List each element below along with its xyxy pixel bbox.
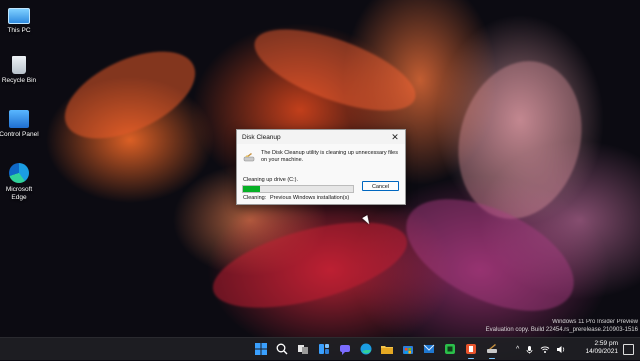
app-green-icon[interactable] (443, 342, 457, 356)
progress-fill (243, 186, 260, 192)
taskbar: ^ 2:59 pm 14/09/2021 (0, 337, 640, 360)
evaluation-watermark: Windows 11 Pro Insider Preview Evaluatio… (486, 318, 638, 334)
dialog-body: The Disk Cleanup utility is cleaning up … (237, 144, 405, 204)
wifi-icon[interactable] (540, 345, 550, 354)
watermark-line: Evaluation copy. Build 22454.rs_prerelea… (485, 327, 638, 333)
clock-date: 14/09/2021 (585, 348, 618, 355)
microphone-icon[interactable] (525, 345, 534, 354)
dialog-message: The Disk Cleanup utility is cleaning up … (261, 150, 398, 163)
app-orange-icon[interactable] (464, 342, 478, 359)
recycle-bin-icon (12, 56, 26, 74)
start-icon[interactable] (254, 342, 268, 356)
this-pc-icon (8, 8, 30, 24)
dialog-title: Disk Cleanup (242, 134, 281, 141)
disk-cleanup-dialog: Disk Cleanup ✕ The Disk Cleanup utility … (236, 129, 406, 205)
desktop-icon-label: Control Panel (0, 131, 39, 138)
chat-icon[interactable] (338, 342, 352, 356)
desktop-icon-control-panel[interactable]: Control Panel (0, 110, 42, 139)
desktop-icon-this-pc[interactable]: This PC (0, 4, 42, 35)
control-panel-icon (9, 110, 29, 128)
taskbar-apps (254, 342, 499, 359)
wallpaper-ribbon (51, 33, 209, 157)
clock-time: 2:59 pm (594, 340, 619, 347)
desktop-icon-edge[interactable]: Microsoft Edge (0, 163, 42, 202)
notification-icon[interactable] (623, 344, 634, 355)
file-explorer-icon[interactable] (380, 342, 394, 356)
desktop-icon-label: Recycle Bin (1, 77, 37, 84)
cancel-button[interactable]: Cancel (362, 181, 399, 191)
widgets-icon[interactable] (317, 342, 331, 356)
wallpaper-ribbon (204, 205, 416, 325)
cleaning-label: Cleaning: (243, 195, 267, 201)
task-view-icon[interactable] (296, 342, 310, 356)
search-icon[interactable] (275, 342, 289, 356)
cleaning-item: Previous Windows installation(s) (270, 195, 350, 201)
volume-icon[interactable] (556, 345, 566, 354)
watermark-line: Windows 11 Pro Insider Preview (552, 319, 638, 325)
disk-cleanup-icon[interactable] (485, 342, 499, 359)
edge-icon (9, 163, 29, 183)
store-icon[interactable] (401, 342, 415, 356)
system-tray: ^ (516, 343, 566, 355)
taskbar-clock[interactable]: 2:59 pm 14/09/2021 (585, 340, 618, 356)
desktop-icon-recycle-bin[interactable]: Recycle Bin (0, 56, 42, 85)
cleanup-status: Cleaning up drive (C:). (243, 177, 299, 183)
progress-bar (242, 185, 354, 193)
chevron-up-icon[interactable]: ^ (516, 346, 519, 353)
close-button[interactable]: ✕ (389, 131, 401, 143)
desktop-icon-label: This PC (7, 27, 31, 34)
wallpaper-ribbon (244, 12, 426, 128)
disk-cleanup-icon (243, 153, 255, 162)
edge-icon[interactable] (359, 342, 373, 356)
mail-icon[interactable] (422, 342, 436, 356)
desktop-icon-label: Microsoft Edge (5, 186, 33, 201)
